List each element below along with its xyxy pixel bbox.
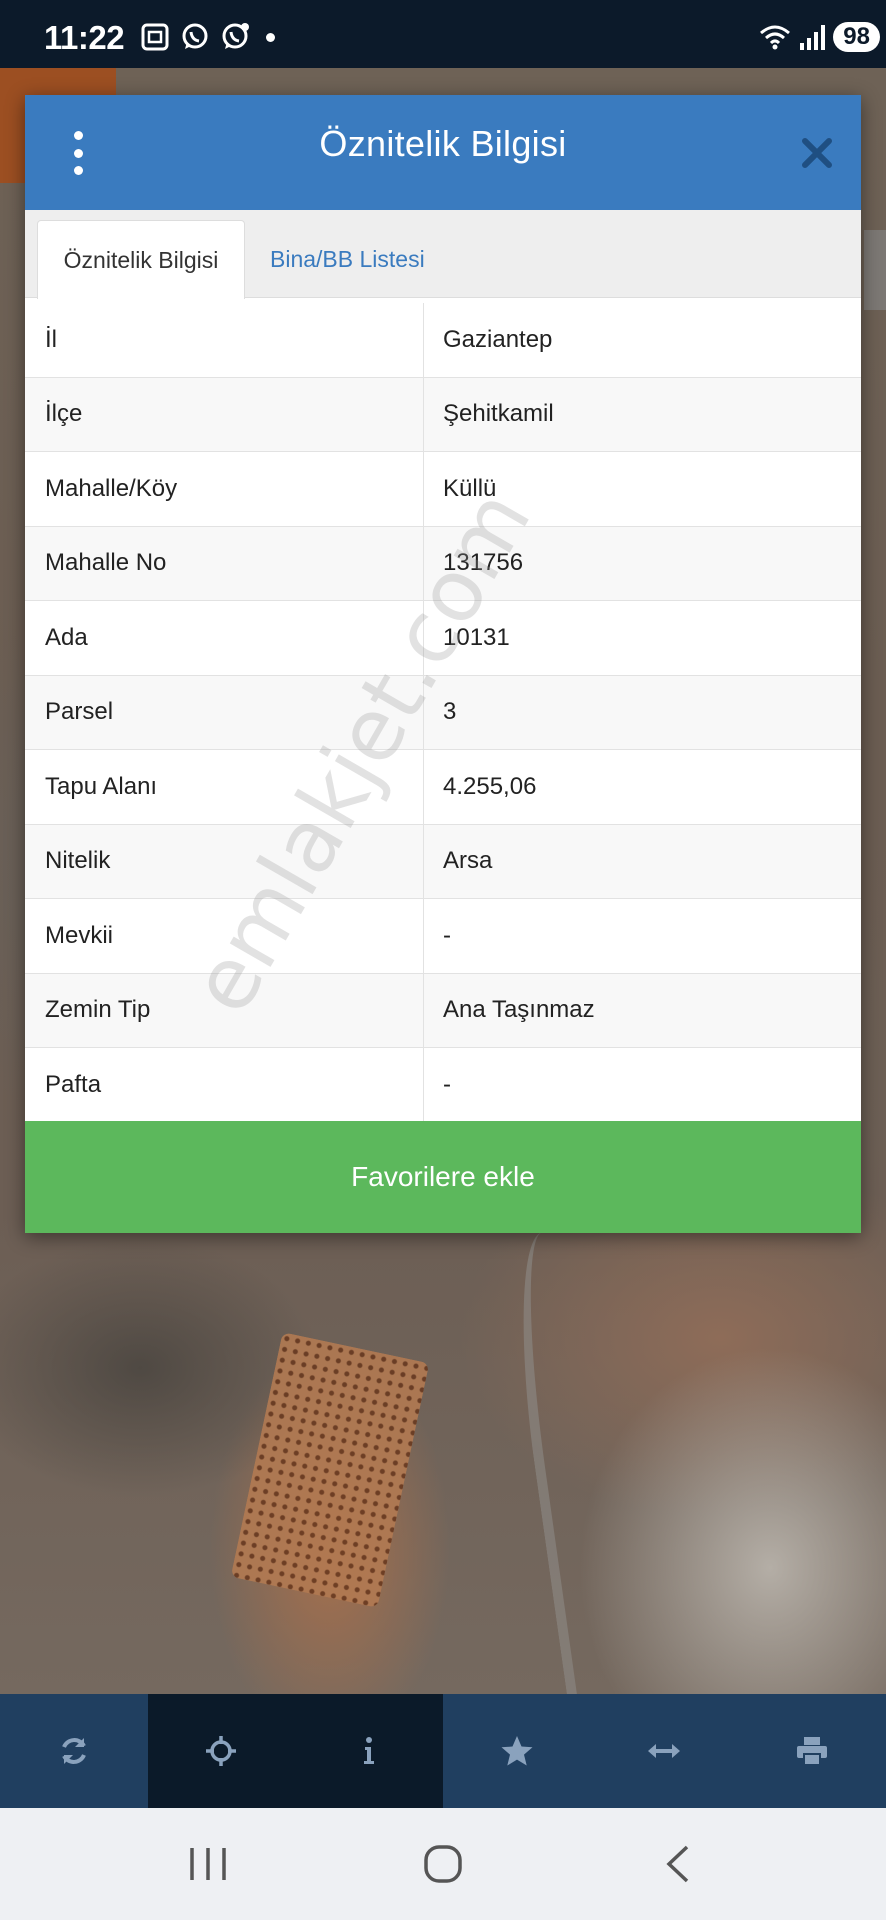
whatsapp-icon — [182, 23, 208, 49]
row-value: - — [443, 1070, 451, 1098]
row-key: Ada — [25, 601, 424, 675]
row-value: - — [443, 921, 451, 949]
row-key: Zemin Tip — [25, 973, 424, 1047]
locate-button[interactable] — [147, 1694, 296, 1808]
row-value: Gaziantep — [443, 325, 553, 353]
row-key: Parsel — [25, 675, 424, 749]
table-row: Tapu Alanı 4.255,06 — [25, 750, 861, 825]
row-key: İlçe — [25, 377, 424, 451]
table-row: Mahalle/Köy Küllü — [25, 452, 861, 527]
table-row: Ada 10131 — [25, 601, 861, 676]
table-row: Pafta - — [25, 1048, 861, 1123]
row-value: 10131 — [443, 623, 510, 651]
row-key: Mevkii — [25, 899, 424, 973]
table-row: Mahalle No 131756 — [25, 526, 861, 601]
map-scrollbar[interactable] — [864, 230, 886, 310]
row-key: İl — [25, 303, 424, 377]
table-row: Mevkii - — [25, 899, 861, 974]
measure-button[interactable] — [591, 1694, 739, 1808]
back-button[interactable] — [648, 1834, 708, 1894]
refresh-icon — [61, 1738, 86, 1764]
close-icon[interactable] — [799, 135, 835, 171]
status-time: 11:22 — [44, 19, 125, 56]
screenshot-icon — [141, 23, 169, 51]
row-value: 131756 — [443, 549, 524, 577]
signal-icon — [800, 25, 826, 50]
table-row: İlçe Şehitkamil — [25, 377, 861, 452]
table-row: İl Gaziantep — [25, 303, 861, 378]
more-notifications-dot — [266, 32, 275, 42]
measure-icon — [648, 1744, 681, 1758]
locate-icon — [206, 1736, 237, 1766]
notification-icons — [140, 22, 275, 52]
attribute-table: İl Gaziantep İlçe Şehitkamil Mahalle/Köy Kü… — [25, 303, 861, 1123]
info-button[interactable] — [295, 1694, 443, 1808]
whatsapp-business-icon — [222, 23, 249, 49]
add-to-favorites-button[interactable]: Favorilere ekle — [25, 1121, 861, 1233]
row-key: Tapu Alanı — [25, 750, 424, 824]
row-value: 4.255,06 — [443, 772, 537, 800]
print-button[interactable] — [738, 1694, 886, 1808]
info-icon — [364, 1737, 375, 1764]
row-value: Şehitkamil — [443, 400, 554, 428]
print-icon — [797, 1737, 828, 1766]
row-value: 3 — [443, 698, 457, 726]
row-key: Mahalle No — [25, 526, 424, 600]
back-icon — [666, 1845, 689, 1883]
row-value: Arsa — [443, 847, 493, 875]
dialog-title: Öznitelik Bilgisi — [319, 123, 567, 164]
row-key: Nitelik — [25, 824, 424, 898]
system-navigation-bar — [0, 1808, 886, 1920]
row-value: Küllü — [443, 474, 497, 502]
recent-apps-icon — [189, 1848, 226, 1880]
row-key: Pafta — [25, 1048, 424, 1122]
recent-apps-button[interactable] — [178, 1834, 238, 1894]
system-icons: 98 — [759, 22, 880, 52]
table-row: Parsel 3 — [25, 675, 861, 750]
tab-attributes[interactable]: Öznitelik Bilgisi — [37, 220, 245, 299]
battery-indicator: 98 — [833, 22, 880, 52]
table-row: Nitelik Arsa — [25, 824, 861, 899]
tab-building-list[interactable]: Bina/BB Listesi — [251, 220, 444, 299]
home-button[interactable] — [413, 1834, 473, 1894]
table-row: Zemin Tip Ana Taşınmaz — [25, 973, 861, 1048]
row-value: Ana Taşınmaz — [443, 996, 595, 1024]
home-icon — [424, 1845, 462, 1883]
map-toolbar — [0, 1694, 886, 1808]
refresh-button[interactable] — [0, 1694, 148, 1808]
dialog-header: Öznitelik Bilgisi — [25, 95, 861, 210]
star-icon — [501, 1736, 533, 1766]
status-bar: 11:22 98 — [0, 0, 886, 68]
row-key: Mahalle/Köy — [25, 452, 424, 526]
attribute-dialog: Öznitelik Bilgisi Öznitelik Bilgisi Bina… — [25, 95, 861, 1233]
menu-dot — [73, 166, 83, 175]
tab-bar: Öznitelik Bilgisi Bina/BB Listesi — [25, 210, 861, 299]
wifi-icon — [760, 25, 791, 50]
favorites-button[interactable] — [443, 1694, 591, 1808]
